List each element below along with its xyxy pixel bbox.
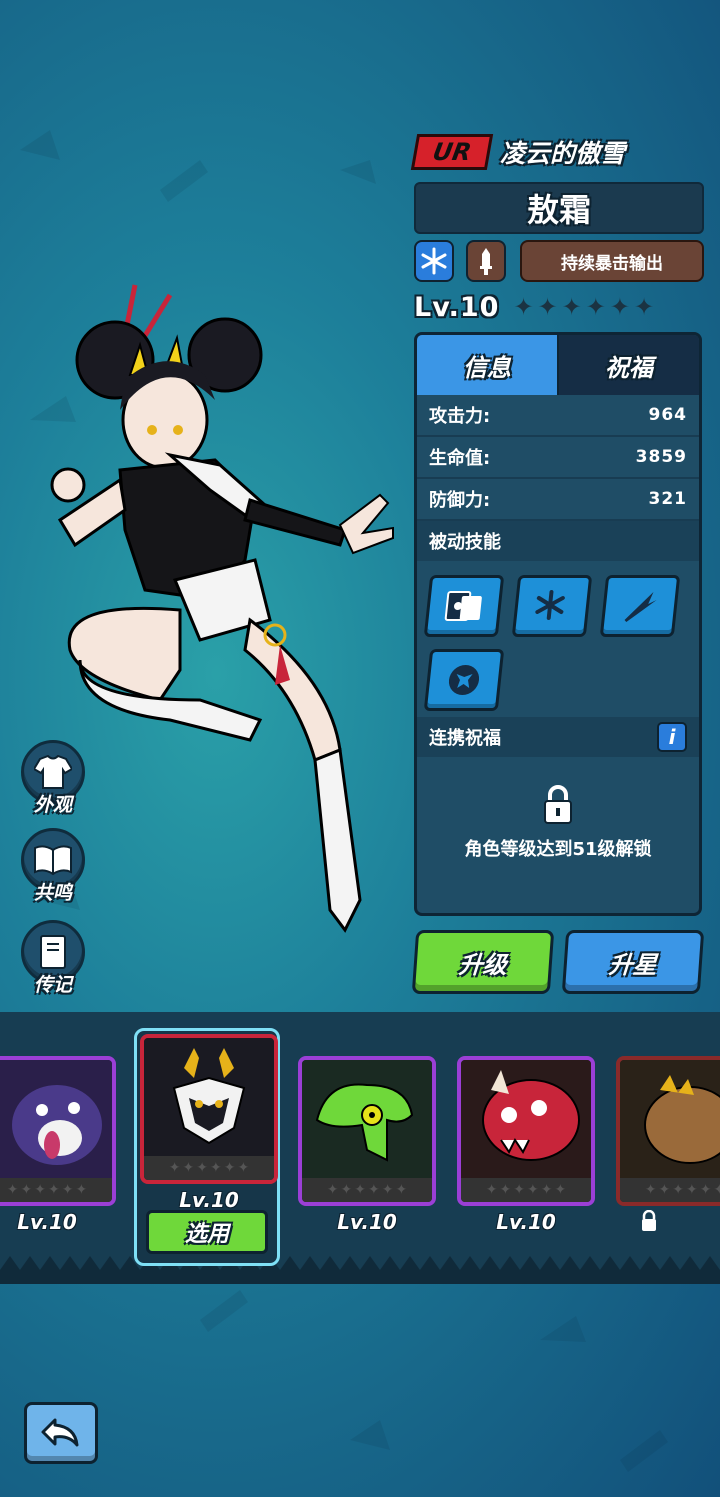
resonance-label: 共鸣 [33, 882, 72, 904]
card-stars: ✦✦✦✦✦✦ [144, 1156, 274, 1180]
card-portrait: ✦✦✦✦✦✦ [616, 1056, 720, 1206]
stat-row-defense: 防御力: 321 [417, 479, 699, 521]
roster-card-3[interactable]: ✦ ✦ ✦ ✦ ✦ ✦ Lv.10 [298, 1056, 436, 1236]
unlock-requirement: 角色等级达到51级解锁 [464, 839, 652, 860]
card-stars: ✦✦✦✦✦✦ [461, 1178, 591, 1202]
card-skill-icon [444, 591, 482, 621]
card-portrait: ✦✦✦✦✦✦ [457, 1056, 595, 1206]
stat-label: 生命值: [429, 448, 491, 469]
green-slime-portrait [302, 1060, 432, 1180]
red-horned-beast-portrait [461, 1060, 591, 1180]
link-blessing-locked: 角色等级达到51级解锁 [417, 757, 699, 861]
card-level: Lv.10 [496, 1210, 556, 1234]
card-level: Lv.10 [17, 1210, 77, 1234]
roster-card-2[interactable]: ✦ ✦ ✦ ✦ ✦ ✦ Lv.10 [140, 1034, 278, 1214]
roster-card-5-locked[interactable]: ✦✦✦✦✦✦ [616, 1056, 720, 1236]
card-stars: ✦✦✦✦✦✦ [620, 1178, 720, 1202]
back-arrow-icon [41, 1418, 79, 1447]
passive-skill-4[interactable] [423, 649, 505, 711]
class-badge[interactable] [466, 240, 506, 282]
hero-level: Lv.10 [414, 291, 500, 323]
card-stars: ✦✦✦✦✦✦ [302, 1178, 432, 1202]
passive-skills-grid [417, 561, 699, 717]
stat-value: 3859 [635, 447, 687, 467]
tab-blessing[interactable]: 祝福 [559, 335, 699, 395]
info-button[interactable]: i [657, 722, 687, 752]
stat-label: 攻击力: [429, 406, 491, 427]
passive-skill-2[interactable] [511, 575, 593, 637]
resonance-button[interactable]: 共鸣 [18, 828, 88, 908]
card-stars: ✦✦✦✦✦✦ [0, 1178, 112, 1202]
select-button[interactable]: 选用 [146, 1210, 268, 1254]
passive-skills-title: 被动技能 [429, 532, 501, 553]
lock-icon [642, 1209, 656, 1231]
panel-tabs: 信息 祝福 [417, 335, 699, 395]
slash-skill-icon [624, 592, 657, 622]
strip-spike-border [0, 1256, 720, 1284]
stat-value: 964 [648, 405, 687, 425]
star-rating: ✦ ✦ ✦ ✦ ✦ ✦ [513, 293, 654, 321]
star-icon: ✦ [561, 293, 582, 321]
back-button[interactable] [24, 1402, 98, 1464]
passive-skill-1[interactable] [423, 575, 505, 637]
sword-icon [480, 248, 492, 275]
card-portrait: ✦✦✦✦✦✦ [140, 1034, 278, 1184]
passive-skill-3[interactable] [599, 575, 681, 637]
star-icon: ✦ [633, 293, 655, 321]
pumpkin-beast-portrait [620, 1060, 720, 1180]
level-row: Lv.10 ✦ ✦ ✦ ✦ ✦ ✦ [414, 290, 704, 324]
star-up-button[interactable]: 升星 [561, 930, 705, 994]
link-blessing-header: 连携祝福 i [417, 717, 699, 757]
appearance-button[interactable]: 外观 [18, 740, 88, 820]
lock-icon [544, 785, 572, 824]
snowflake-skill-icon [535, 590, 565, 620]
biography-label: 传记 [33, 974, 72, 996]
purple-beast-portrait [0, 1060, 112, 1180]
card-portrait: ✦✦✦✦✦✦ [0, 1056, 116, 1206]
star-icon: ✦ [537, 293, 558, 321]
card-level: Lv.10 [179, 1188, 239, 1212]
stat-row-attack: 攻击力: 964 [417, 395, 699, 437]
hero-info-panel: 信息 祝福 攻击力: 964 生命值: 3859 防御力: 321 被动技能 连… [414, 332, 702, 916]
roster-card-1[interactable]: ✦ ✦ ✦ ✦ ✦ ✦ Lv.10 [0, 1056, 116, 1236]
card-lock [616, 1209, 720, 1237]
upgrade-button[interactable]: 升级 [411, 930, 555, 994]
antler-dragon-portrait [144, 1038, 274, 1158]
star-icon: ✦ [609, 293, 630, 321]
star-icon: ✦ [513, 293, 534, 321]
passive-skills-header: 被动技能 [417, 521, 699, 561]
star-icon: ✦ [585, 293, 606, 321]
appearance-label: 外观 [33, 794, 72, 816]
card-portrait: ✦✦✦✦✦✦ [298, 1056, 436, 1206]
rarity-badge: UR [410, 134, 494, 170]
stat-row-hp: 生命值: 3859 [417, 437, 699, 479]
link-blessing-title: 连携祝福 [429, 728, 501, 749]
tab-info[interactable]: 信息 [417, 335, 559, 395]
card-level: Lv.10 [337, 1210, 397, 1234]
hero-title-row: UR 凌云的傲雪 [410, 133, 714, 171]
info-icon: i [668, 725, 676, 749]
dragon-skill-icon [448, 665, 480, 695]
roster-card-4[interactable]: ✦ ✦ ✦ ✦ ✦ ✦ Lv.10 [457, 1056, 595, 1236]
stat-label: 防御力: [429, 490, 491, 511]
element-badge[interactable] [414, 240, 454, 282]
hero-title: 凌云的傲雪 [500, 139, 626, 168]
hero-name: 敖霜 [414, 182, 704, 234]
biography-button[interactable]: 传记 [18, 920, 88, 1000]
role-tag: 持续暴击输出 [520, 240, 704, 282]
snowflake-icon [421, 247, 447, 275]
stat-value: 321 [648, 489, 687, 509]
